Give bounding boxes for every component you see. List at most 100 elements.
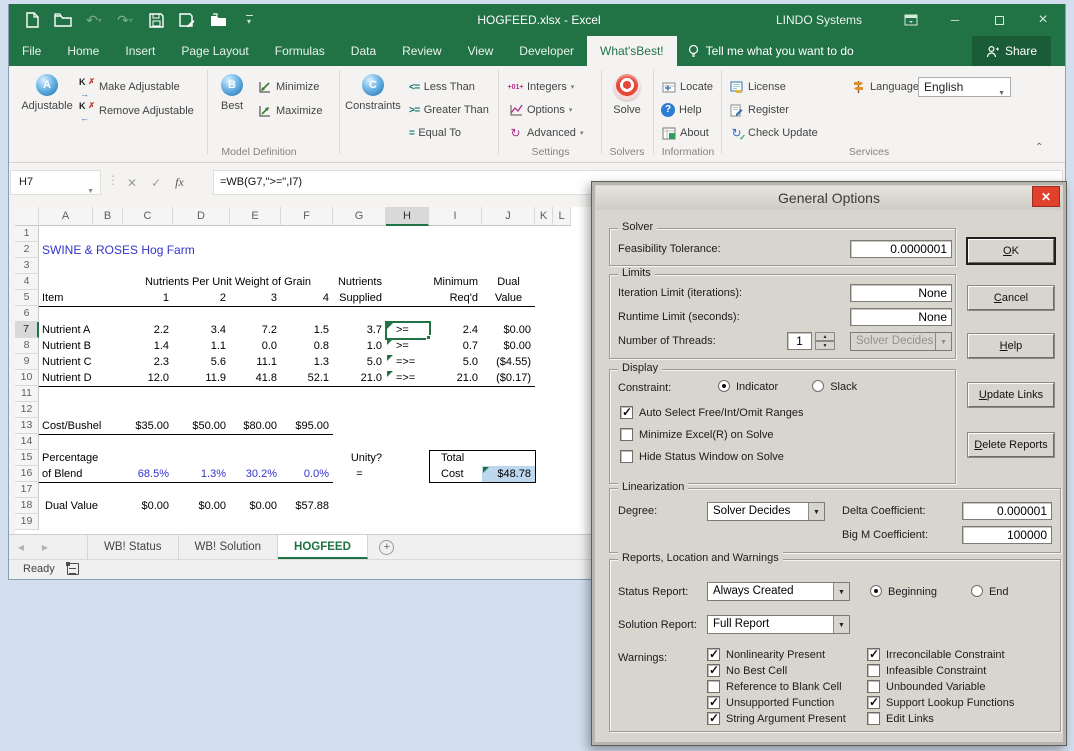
dropdown-arrow-icon[interactable] (833, 583, 849, 600)
checkbox-icon[interactable] (867, 696, 880, 709)
cell-C10[interactable]: 12.0 (123, 370, 173, 386)
checkbox-icon[interactable] (707, 648, 720, 661)
cell-D10[interactable]: 11.9 (173, 370, 230, 386)
checkbox-icon[interactable] (707, 712, 720, 725)
cell-D5[interactable]: 2 (173, 290, 230, 306)
sheet-tab-wb-status[interactable]: WB! Status (87, 535, 179, 559)
ribbon-tab-what-sbest[interactable]: What'sBest! (587, 36, 677, 66)
ribbon-tab-view[interactable]: View (455, 36, 507, 66)
checkbox-icon[interactable] (867, 664, 880, 677)
cell-J4[interactable]: Dual (482, 274, 535, 290)
warning-unsupported-function[interactable]: Unsupported Function (707, 696, 846, 709)
cell-H9[interactable]: =>= (386, 354, 429, 370)
row-header-11[interactable]: 11 (15, 386, 39, 402)
cell-C8[interactable]: 1.4 (123, 338, 173, 354)
warning-edit-links[interactable]: Edit Links (867, 712, 1014, 725)
best-button[interactable]: B Best (209, 74, 255, 112)
ribbon-tab-developer[interactable]: Developer (506, 36, 587, 66)
integers-button[interactable]: +01+ Integers▾ (508, 78, 574, 96)
cell-J8[interactable]: $0.00 (482, 338, 535, 354)
cell-A15[interactable]: Percentage (39, 450, 93, 466)
cell-E16[interactable]: 30.2% (230, 466, 281, 482)
row-header-16[interactable]: 16 (15, 466, 39, 482)
row-header-12[interactable]: 12 (15, 402, 39, 418)
cell-G8[interactable]: 1.0 (333, 338, 386, 354)
checkbox-icon[interactable] (707, 680, 720, 693)
dropdown-arrow-icon[interactable] (833, 616, 849, 633)
fill-handle[interactable] (426, 335, 431, 340)
row-header-19[interactable]: 19 (15, 514, 39, 530)
remove-adjustable-button[interactable]: K✗← Remove Adjustable (79, 102, 194, 120)
name-box[interactable]: H7▼ (10, 170, 101, 195)
ok-button[interactable]: OK (968, 239, 1054, 263)
warning-infeasible-constraint[interactable]: Infeasible Constraint (867, 664, 1014, 677)
runtime-limit-input[interactable]: None (850, 308, 952, 326)
name-box-dropdown-icon[interactable]: ▼ (87, 180, 94, 203)
cell-D7[interactable]: 3.4 (173, 322, 230, 338)
warning-irreconcilable-constraint[interactable]: Irreconcilable Constraint (867, 648, 1014, 661)
report-position-radio-beginning[interactable]: Beginning (870, 586, 937, 598)
ribbon-tab-home[interactable]: Home (54, 36, 112, 66)
whatsbest-help-button[interactable]: ? Help (661, 101, 702, 119)
cell-C7[interactable]: 2.2 (123, 322, 173, 338)
cell-E8[interactable]: 0.0 (230, 338, 281, 354)
cell-A9[interactable]: Nutrient C (39, 354, 93, 370)
column-header-h[interactable]: H (386, 207, 429, 226)
minimize-button[interactable]: ─ (933, 4, 977, 36)
cell-A13[interactable]: Cost/Bushel (39, 418, 93, 434)
display-option-minimize-excel-r-on-solve[interactable]: Minimize Excel(R) on Solve (620, 428, 803, 441)
license-button[interactable]: License (729, 78, 786, 96)
language-select[interactable]: English▼ (918, 77, 1011, 97)
new-file-icon[interactable] (21, 9, 43, 31)
delta-coefficient-input[interactable]: 0.000001 (962, 502, 1052, 520)
feasibility-tolerance-input[interactable]: 0.0000001 (850, 240, 952, 258)
sheet-nav-right-icon[interactable]: ▶ (33, 535, 57, 559)
cell-J5[interactable]: Value (482, 290, 535, 306)
cell-C18[interactable]: $0.00 (123, 498, 173, 514)
column-header-a[interactable]: A (39, 207, 93, 226)
column-header-k[interactable]: K (535, 207, 553, 226)
display-option-hide-status-window-on-solve[interactable]: Hide Status Window on Solve (620, 450, 803, 463)
radio-icon[interactable] (812, 380, 824, 392)
constraint-radio-slack[interactable]: Slack (812, 381, 857, 393)
cell-D18[interactable]: $0.00 (173, 498, 230, 514)
undo-icon[interactable]: ↶▾ (83, 9, 105, 31)
cell-I8[interactable]: 0.7 (429, 338, 482, 354)
cell-I9[interactable]: 5.0 (429, 354, 482, 370)
checkbox-icon[interactable] (620, 450, 633, 463)
column-header-l[interactable]: L (553, 207, 571, 226)
row-header-7[interactable]: 7 (15, 322, 39, 338)
cell-F5[interactable]: 4 (281, 290, 333, 306)
warning-unbounded-variable[interactable]: Unbounded Variable (867, 680, 1014, 693)
solution-report-select[interactable]: Full Report (707, 615, 850, 634)
cell-D13[interactable]: $50.00 (173, 418, 230, 434)
tell-me-box[interactable]: Tell me what you want to do (677, 36, 864, 66)
dialog-close-button[interactable]: ✕ (1032, 186, 1060, 207)
warning-reference-to-blank-cell[interactable]: Reference to Blank Cell (707, 680, 846, 693)
cell-F13[interactable]: $95.00 (281, 418, 333, 434)
checkbox-icon[interactable] (707, 664, 720, 677)
cell-G4[interactable]: Nutrients (333, 274, 386, 290)
checkbox-icon[interactable] (707, 696, 720, 709)
make-adjustable-button[interactable]: K✗→ Make Adjustable (79, 78, 180, 96)
cell-F7[interactable]: 1.5 (281, 322, 333, 338)
share-button[interactable]: Share (972, 36, 1051, 66)
equal-to-button[interactable]: = Equal To (409, 124, 461, 142)
window-close-button[interactable]: × (1021, 4, 1065, 36)
cell-E18[interactable]: $0.00 (230, 498, 281, 514)
maximize-objective-button[interactable]: Maximize (257, 102, 322, 120)
row-header-18[interactable]: 18 (15, 498, 39, 514)
row-header-5[interactable]: 5 (15, 290, 39, 306)
minimize-objective-button[interactable]: Minimize (257, 78, 319, 96)
report-position-radio-end[interactable]: End (971, 586, 1009, 598)
less-than-button[interactable]: <= Less Than (409, 78, 475, 96)
column-header-e[interactable]: E (230, 207, 281, 226)
row-header-4[interactable]: 4 (15, 274, 39, 290)
status-report-select[interactable]: Always Created (707, 582, 850, 601)
row-header-6[interactable]: 6 (15, 306, 39, 322)
warning-support-lookup-functions[interactable]: Support Lookup Functions (867, 696, 1014, 709)
options-button[interactable]: Options▾ (508, 101, 572, 119)
row-header-1[interactable]: 1 (15, 226, 39, 242)
row-header-3[interactable]: 3 (15, 258, 39, 274)
cell-E7[interactable]: 7.2 (230, 322, 281, 338)
